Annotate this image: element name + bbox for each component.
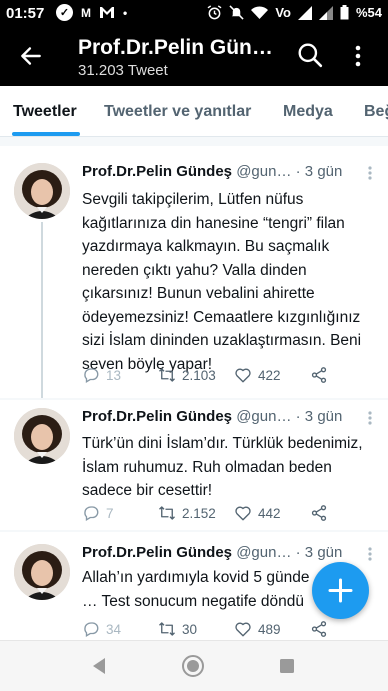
- reply-count: 34: [106, 621, 122, 637]
- gmail-icon: [100, 7, 114, 18]
- tweet-actions: 7 2.152 442: [82, 504, 352, 524]
- page-title: Prof.Dr.Pelin Gün…: [78, 36, 273, 59]
- tweet-more-icon[interactable]: [368, 547, 372, 561]
- battery-level: %54: [355, 5, 382, 20]
- reply-icon: [84, 622, 99, 637]
- like-count: 422: [258, 367, 281, 383]
- network-label: Vo: [275, 5, 291, 20]
- status-time: 01:57: [6, 5, 45, 22]
- notification-m-badge: M: [81, 5, 91, 20]
- wifi-icon: [251, 5, 269, 19]
- tab-tweets-and-replies[interactable]: Tweetler ve yanıtlar: [104, 103, 251, 121]
- reply-count: 13: [106, 367, 122, 383]
- share-icon: [311, 505, 327, 521]
- profile-tabs: Tweetler Tweetler ve yanıtlar Medya Beğ: [0, 86, 388, 137]
- overflow-menu-icon[interactable]: [352, 44, 364, 68]
- system-navigation-bar: [0, 640, 388, 691]
- like-button[interactable]: 422: [234, 366, 281, 384]
- back-arrow-icon[interactable]: [18, 43, 44, 69]
- author-name: Prof.Dr.Pelin Gündeş: [82, 163, 233, 180]
- status-bar: 01:57 ✓ M • Vo %54: [0, 0, 388, 28]
- compose-tweet-button[interactable]: [312, 562, 369, 619]
- share-button[interactable]: [310, 366, 328, 384]
- tab-media[interactable]: Medya: [283, 103, 333, 121]
- tweet-time: · 3 gün: [295, 544, 343, 561]
- tab-likes[interactable]: Beğ: [364, 103, 388, 121]
- reply-button[interactable]: 34: [82, 620, 121, 638]
- tweet-more-icon[interactable]: [368, 166, 372, 180]
- retweet-button[interactable]: 2.103: [158, 366, 216, 384]
- avatar[interactable]: [14, 163, 70, 219]
- battery-icon: [340, 5, 349, 20]
- thread-line: [41, 222, 43, 398]
- reply-count: 7: [106, 505, 114, 521]
- author-handle: @gun…: [236, 408, 292, 425]
- tweet-text: Allah’ın yardımıyla kovid 5 günde … Test…: [82, 569, 310, 610]
- tweet-count: 31.203 Tweet: [78, 62, 168, 79]
- retweet-count: 30: [182, 621, 198, 637]
- nav-back-icon[interactable]: [91, 657, 107, 675]
- tweet-text: Türk’ün dini İslam’dır. Türklük bedenimi…: [82, 435, 363, 499]
- like-button[interactable]: 489: [234, 620, 281, 638]
- author-name: Prof.Dr.Pelin Gündeş: [82, 544, 233, 561]
- heart-icon: [235, 622, 251, 637]
- check-circle-icon: ✓: [56, 4, 73, 21]
- reply-icon: [84, 368, 99, 383]
- heart-icon: [235, 368, 251, 383]
- tweet-author[interactable]: Prof.Dr.Pelin Gündeş @gun… · 3 gün: [82, 408, 342, 425]
- plus-icon: [328, 578, 353, 603]
- signal-icon: [297, 5, 312, 20]
- tweet-actions: 34 30 489: [82, 620, 352, 640]
- nav-home-icon[interactable]: [181, 654, 205, 678]
- like-count: 442: [258, 505, 281, 521]
- tweet-text: Sevgili takipçilerim, Lütfen nüfus kağıt…: [82, 191, 362, 373]
- avatar[interactable]: [14, 408, 70, 464]
- heart-icon: [235, 506, 251, 521]
- dot-icon: •: [123, 5, 128, 20]
- reply-button[interactable]: 13: [82, 366, 121, 384]
- tweet-author[interactable]: Prof.Dr.Pelin Gündeş @gun… · 3 gün: [82, 163, 342, 180]
- profile-header: Prof.Dr.Pelin Gün… 31.203 Tweet: [0, 28, 388, 86]
- author-handle: @gun…: [236, 163, 292, 180]
- retweet-button[interactable]: 2.152: [158, 504, 216, 522]
- alarm-icon: [207, 5, 222, 20]
- share-button[interactable]: [310, 620, 328, 638]
- author-handle: @gun…: [236, 544, 292, 561]
- retweet-count: 2.152: [182, 505, 216, 521]
- avatar[interactable]: [14, 544, 70, 600]
- retweet-button[interactable]: 30: [158, 620, 197, 638]
- tweet-author[interactable]: Prof.Dr.Pelin Gündeş @gun… · 3 gün: [82, 544, 342, 561]
- nav-recents-icon[interactable]: [279, 658, 295, 674]
- author-name: Prof.Dr.Pelin Gündeş: [82, 408, 233, 425]
- share-icon: [311, 367, 327, 383]
- tweet-more-icon[interactable]: [368, 411, 372, 425]
- share-icon: [311, 621, 327, 637]
- retweet-icon: [159, 506, 175, 520]
- tweet-time: · 3 gün: [295, 408, 343, 425]
- mute-icon: [229, 5, 244, 20]
- search-icon[interactable]: [297, 42, 323, 68]
- tweet-actions: 13 2.103 422: [82, 366, 352, 386]
- active-tab-indicator: [12, 132, 80, 136]
- tweet-item[interactable]: Prof.Dr.Pelin Gündeş @gun… · 3 gün Sevgi…: [0, 146, 388, 398]
- retweet-icon: [159, 622, 175, 636]
- retweet-count: 2.103: [182, 367, 216, 383]
- reply-icon: [84, 506, 99, 521]
- like-count: 489: [258, 621, 281, 637]
- status-left-icons: ✓ M •: [56, 4, 127, 21]
- share-button[interactable]: [310, 504, 328, 522]
- status-right-icons: Vo %54: [207, 5, 382, 20]
- reply-button[interactable]: 7: [82, 504, 114, 522]
- tweet-item[interactable]: Prof.Dr.Pelin Gündeş @gun… · 3 gün Türk’…: [0, 400, 388, 530]
- like-button[interactable]: 442: [234, 504, 281, 522]
- tweet-time: · 3 gün: [295, 163, 343, 180]
- tab-tweets[interactable]: Tweetler: [13, 103, 77, 121]
- retweet-icon: [159, 368, 175, 382]
- signal-icon-2: [318, 5, 333, 20]
